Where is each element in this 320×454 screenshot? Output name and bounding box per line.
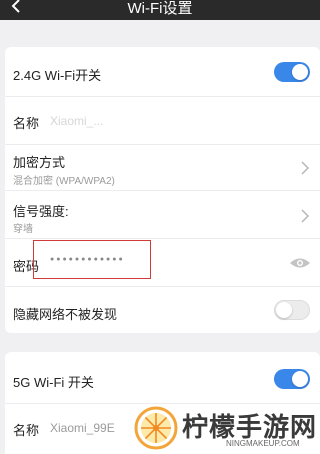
wifi-24g-name-label: 名称 [13,116,40,131]
wifi-5g-toggle-label: 5G Wi-Fi 开关 [13,375,94,390]
watermark-url: NINGMAKEUP.COM [226,439,300,448]
chevron-right-icon [301,161,310,175]
encryption-value: 混合加密 (WPA/WPA2) [13,176,115,187]
wifi-24g-toggle-row: 2.4G Wi-Fi开关 [5,47,320,97]
wifi-24g-name-value: Xiaomi_... [50,114,104,128]
wifi-5g-name-value: Xiaomi_99E [50,421,115,435]
password-highlight-box [33,240,151,279]
title-bar: Wi-Fi设置 [0,0,320,20]
wifi-24g-card: 2.4G Wi-Fi开关 名称 Xiaomi_... 加密方式 混合加密 (WP… [5,47,320,333]
wifi-24g-toggle[interactable] [274,62,310,82]
hide-network-row: 隐藏网络不被发现 [5,287,320,333]
hide-network-label: 隐藏网络不被发现 [13,307,118,322]
signal-strength-row[interactable]: 信号强度: 穿墙 [5,191,320,239]
lemon-slice-logo [134,406,178,450]
eye-icon[interactable] [289,256,311,270]
hide-network-toggle[interactable] [274,300,310,320]
wifi-5g-toggle[interactable] [274,369,310,389]
wifi-24g-toggle-label: 2.4G Wi-Fi开关 [13,68,102,83]
wifi-5g-name-label: 名称 [13,423,40,438]
wifi-24g-name-row[interactable]: 名称 Xiaomi_... [5,97,320,145]
wifi-5g-toggle-row: 5G Wi-Fi 开关 [5,352,320,404]
signal-strength-label: 信号强度: [13,204,69,219]
page-title: Wi-Fi设置 [127,0,193,17]
encryption-row[interactable]: 加密方式 混合加密 (WPA/WPA2) [5,145,320,191]
encryption-label: 加密方式 [13,155,66,170]
watermark: 柠檬手游网 NINGMAKEUP.COM [134,404,320,454]
chevron-right-icon [301,209,310,223]
signal-strength-value: 穿墙 [13,224,33,235]
